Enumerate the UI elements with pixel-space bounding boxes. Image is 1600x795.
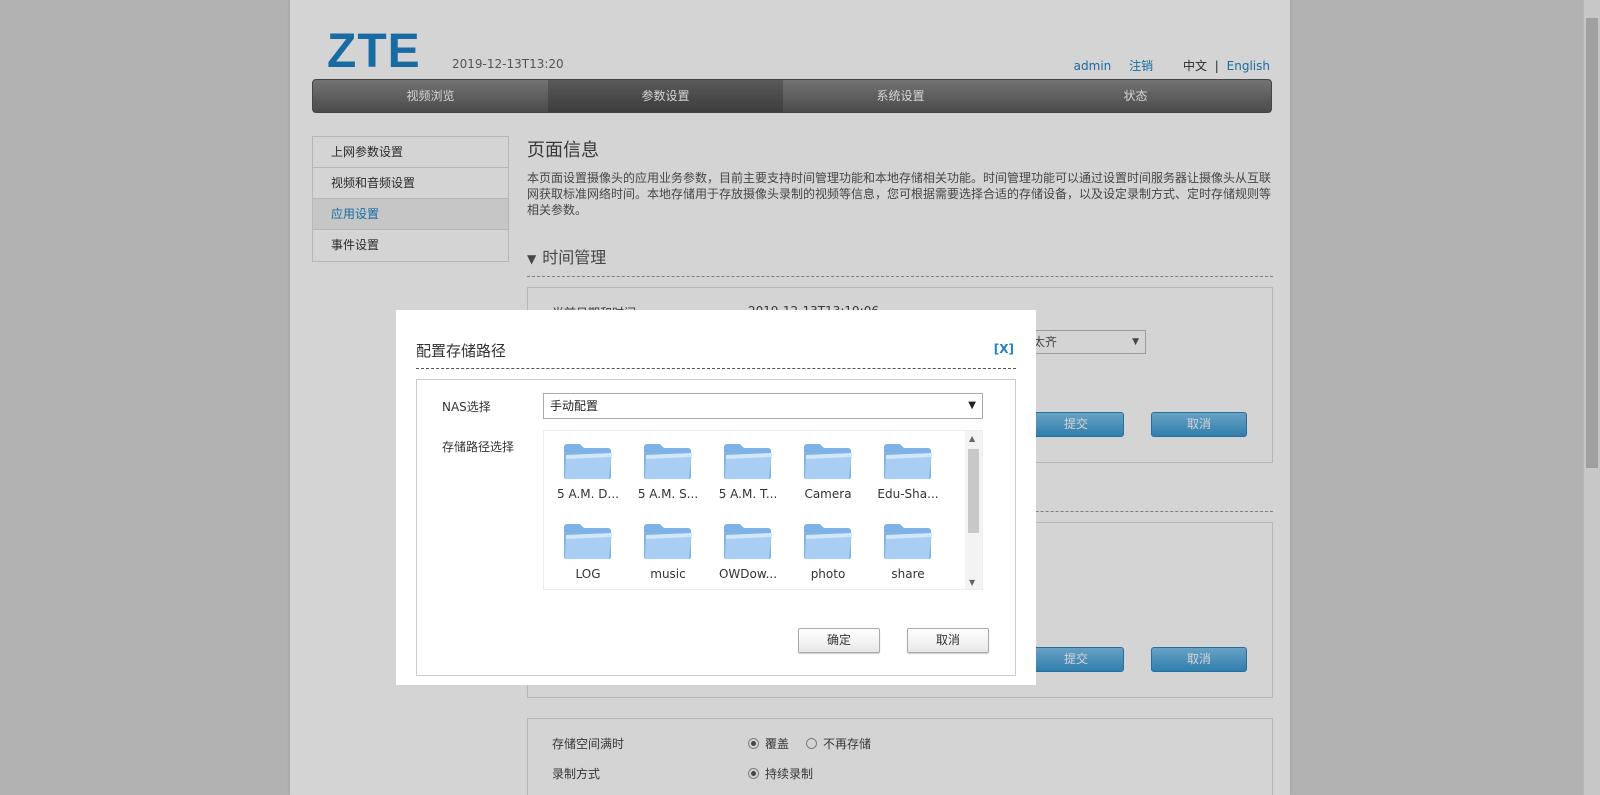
dialog-ok-button[interactable]: 确定	[798, 628, 880, 653]
nas-select[interactable]: 手动配置 ▼	[543, 393, 983, 419]
folder-name: photo	[810, 567, 846, 581]
folder-item[interactable]: Camera	[788, 431, 868, 511]
folder-name: LOG	[575, 567, 601, 581]
folder-icon	[884, 524, 932, 559]
nas-select-value: 手动配置	[550, 399, 599, 413]
folder-browser: 5 A.M. D... 5 A.M. S... 5 A.M. T... Camera E…	[543, 430, 983, 590]
folder-icon	[804, 444, 852, 479]
folder-icon	[724, 444, 772, 479]
dialog-title-bar: 配置存储路径 [X]	[416, 330, 1016, 369]
folder-name: 5 A.M. D...	[557, 487, 619, 501]
path-label: 存储路径选择	[442, 440, 515, 454]
folder-icon	[724, 524, 772, 559]
folder-item[interactable]: 5 A.M. D...	[548, 431, 628, 511]
folder-name: Edu-Sha...	[877, 487, 939, 501]
folder-item[interactable]: Edu-Sha...	[868, 431, 948, 511]
folder-name: Camera	[804, 487, 852, 501]
folder-name: OWDow...	[718, 567, 778, 581]
folder-name: 5 A.M. T...	[718, 487, 778, 501]
scroll-up-icon[interactable]: ▲	[969, 434, 975, 443]
folder-item[interactable]: 5 A.M. T...	[708, 431, 788, 511]
folder-icon	[644, 524, 692, 559]
dialog-title: 配置存储路径	[416, 342, 507, 360]
folder-name: music	[650, 567, 686, 581]
folder-icon	[884, 444, 932, 479]
folder-item[interactable]: share	[868, 511, 948, 591]
scroll-down-icon[interactable]: ▼	[969, 578, 975, 587]
dialog-cancel-button[interactable]: 取消	[907, 628, 989, 653]
folder-scrollbar[interactable]: ▲ ▼	[965, 431, 982, 589]
folder-icon	[564, 524, 612, 559]
folder-name: share	[891, 567, 925, 581]
folder-scrollbar-thumb[interactable]	[968, 449, 979, 533]
folder-name: 5 A.M. S...	[637, 487, 699, 501]
folder-item[interactable]: 5 A.M. S...	[628, 431, 708, 511]
storage-path-dialog: 配置存储路径 [X] NAS选择 手动配置 ▼ 存储路径选择 5 A.M. D.…	[396, 310, 1036, 685]
folder-icon	[564, 444, 612, 479]
dialog-body: NAS选择 手动配置 ▼ 存储路径选择 5 A.M. D... 5 A.M. S.…	[416, 379, 1016, 676]
folder-item[interactable]: music	[628, 511, 708, 591]
folder-grid: 5 A.M. D... 5 A.M. S... 5 A.M. T... Camera E…	[544, 431, 964, 591]
nas-label: NAS选择	[442, 400, 491, 414]
chevron-down-icon: ▼	[968, 400, 976, 411]
folder-item[interactable]: photo	[788, 511, 868, 591]
folder-icon	[804, 524, 852, 559]
folder-icon	[644, 444, 692, 479]
dialog-close-button[interactable]: [X]	[994, 328, 1014, 370]
folder-item[interactable]: OWDow...	[708, 511, 788, 591]
folder-item[interactable]: LOG	[548, 511, 628, 591]
